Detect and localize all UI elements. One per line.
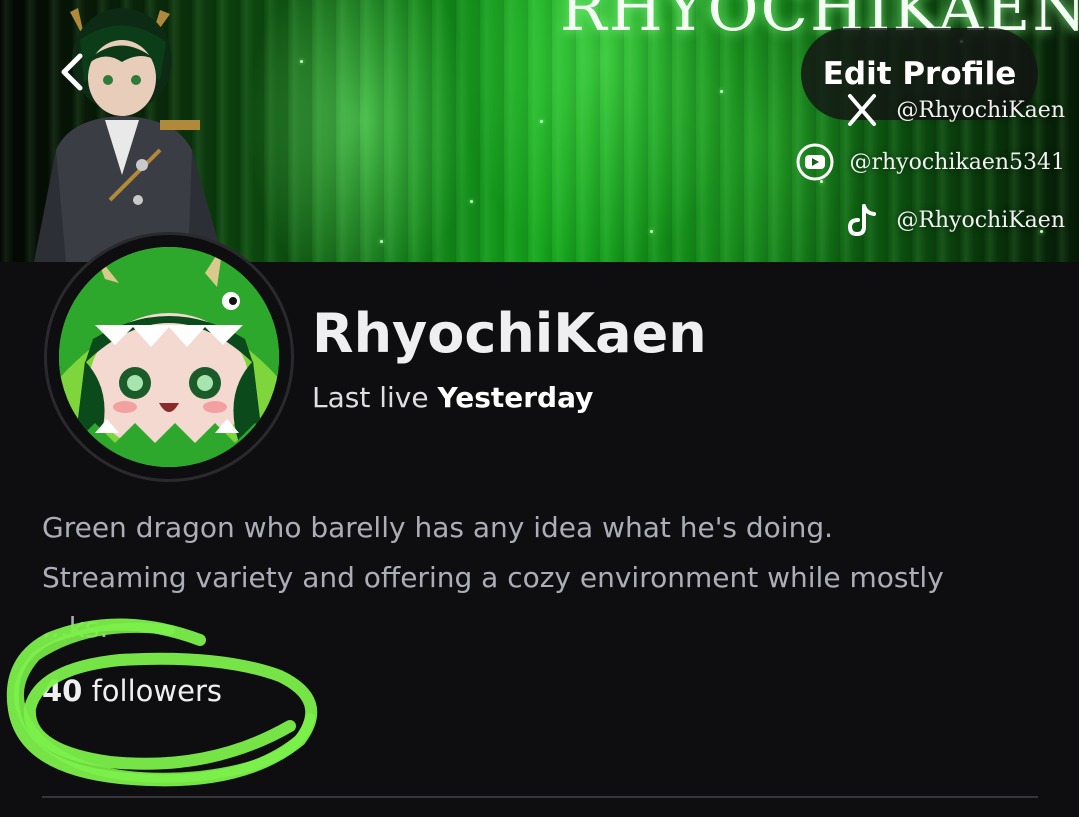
social-handle: @RhyochiKaen: [896, 97, 1065, 123]
banner-sparkle: [650, 230, 653, 233]
social-handle: @RhyochiKaen: [896, 207, 1065, 233]
youtube-icon: [795, 142, 835, 182]
banner-sparkle: [380, 240, 383, 243]
followers-label: followers: [91, 674, 222, 708]
bio-line: ...ks.: [42, 611, 109, 644]
back-button[interactable]: [52, 48, 92, 96]
social-link-tiktok[interactable]: @RhyochiKaen: [842, 200, 1065, 240]
chevron-left-icon: [61, 53, 83, 91]
social-link-youtube[interactable]: @rhyochikaen5341: [795, 142, 1065, 182]
channel-name: RhyochiKaen: [312, 302, 707, 365]
social-handle: @rhyochikaen5341: [849, 149, 1065, 175]
last-live-value: Yesterday: [437, 381, 594, 414]
banner-sparkle: [300, 60, 303, 63]
banner-sparkle: [540, 120, 543, 123]
last-live-status: Last live Yesterday: [312, 381, 593, 414]
x-icon: [842, 90, 882, 130]
bio-line: Green dragon who barelly has any idea wh…: [42, 511, 833, 544]
avatar[interactable]: [44, 232, 294, 482]
followers-number: 40: [42, 674, 83, 708]
channel-bio: Green dragon who barelly has any idea wh…: [42, 503, 1052, 653]
bio-line: Streaming variety and offering a cozy en…: [42, 561, 944, 594]
banner-character-art: [34, 8, 224, 262]
followers-count[interactable]: 40 followers: [42, 674, 222, 708]
avatar-image: [59, 247, 279, 467]
banner-sparkle: [720, 90, 723, 93]
profile-banner: RHYOCHIKAEN Edit Profile @RhyochiKaen @r…: [0, 0, 1079, 262]
banner-sparkle: [470, 200, 473, 203]
last-live-label: Last live: [312, 381, 429, 414]
social-link-x[interactable]: @RhyochiKaen: [842, 90, 1065, 130]
tiktok-icon: [842, 200, 882, 240]
section-divider: [42, 796, 1038, 798]
